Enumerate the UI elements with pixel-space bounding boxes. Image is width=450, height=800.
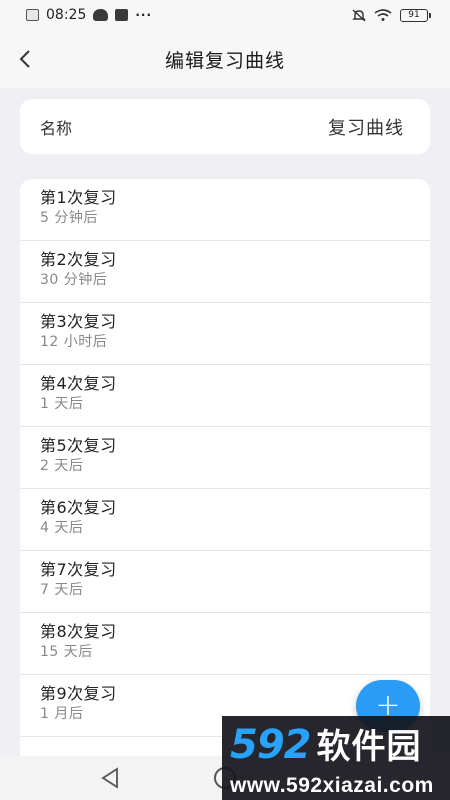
watermark: 592 软件园 www.592xiazai.com [222, 716, 450, 800]
page-title: 编辑复习曲线 [164, 49, 285, 72]
watermark-logo: 592 软件园 [230, 724, 440, 768]
more-notifications-icon: ··· [135, 8, 153, 22]
review-item-7[interactable]: 第7次复习 7 天后 [20, 551, 430, 613]
name-label: 名称 [40, 118, 73, 138]
review-item-title: 第6次复习 [40, 498, 117, 517]
review-item-1[interactable]: 第1次复习 5 分钟后 [20, 179, 430, 241]
review-item-interval: 7 天后 [40, 582, 84, 598]
review-item-title: 第4次复习 [40, 374, 117, 393]
review-item-5[interactable]: 第5次复习 2 天后 [20, 427, 430, 489]
review-item-title: 第7次复习 [40, 560, 117, 579]
review-item-title: 第3次复习 [40, 312, 117, 331]
close-notification-icon [26, 9, 39, 21]
name-value[interactable]: 复习曲线 [328, 114, 404, 140]
review-item-6[interactable]: 第6次复习 4 天后 [20, 489, 430, 551]
review-item-title: 第5次复习 [40, 436, 117, 455]
mute-bell-icon [352, 8, 366, 22]
review-item-title: 第2次复习 [40, 250, 117, 269]
wifi-icon [374, 9, 392, 21]
back-arrow-icon [19, 50, 30, 68]
nav-back-icon[interactable] [100, 767, 120, 789]
review-item-interval: 4 天后 [40, 520, 84, 536]
status-bar: 08:25 ··· 91 [0, 0, 450, 30]
review-item-interval: 1 天后 [40, 396, 84, 412]
battery-icon: 91 [400, 8, 431, 22]
review-item-4[interactable]: 第4次复习 1 天后 [20, 365, 430, 427]
review-item-interval: 5 分钟后 [40, 210, 98, 226]
review-item-2[interactable]: 第2次复习 30 分钟后 [20, 241, 430, 303]
status-bar-left: 08:25 ··· [26, 7, 152, 23]
review-item-interval: 30 分钟后 [40, 272, 108, 288]
cloud-icon [93, 9, 109, 21]
review-item-3[interactable]: 第3次复习 12 小时后 [20, 303, 430, 365]
review-item-interval: 15 天后 [40, 644, 93, 660]
review-item-interval: 2 天后 [40, 458, 84, 474]
review-item-8[interactable]: 第8次复习 15 天后 [20, 613, 430, 675]
watermark-url: www.592xiazai.com [230, 774, 434, 797]
back-button[interactable] [8, 42, 42, 76]
mail-icon [115, 9, 129, 21]
name-field-row[interactable]: 名称 复习曲线 [20, 99, 430, 154]
header-bar: 编辑复习曲线 [0, 30, 450, 88]
review-item-title: 第8次复习 [40, 622, 117, 641]
review-item-title: 第9次复习 [40, 684, 117, 703]
watermark-number: 592 [230, 722, 311, 768]
status-bar-right: 91 [352, 8, 431, 22]
status-time: 08:25 [46, 7, 87, 23]
watermark-text: 软件园 [316, 727, 422, 767]
review-item-title: 第1次复习 [40, 188, 117, 207]
review-item-interval: 12 小时后 [40, 334, 108, 350]
